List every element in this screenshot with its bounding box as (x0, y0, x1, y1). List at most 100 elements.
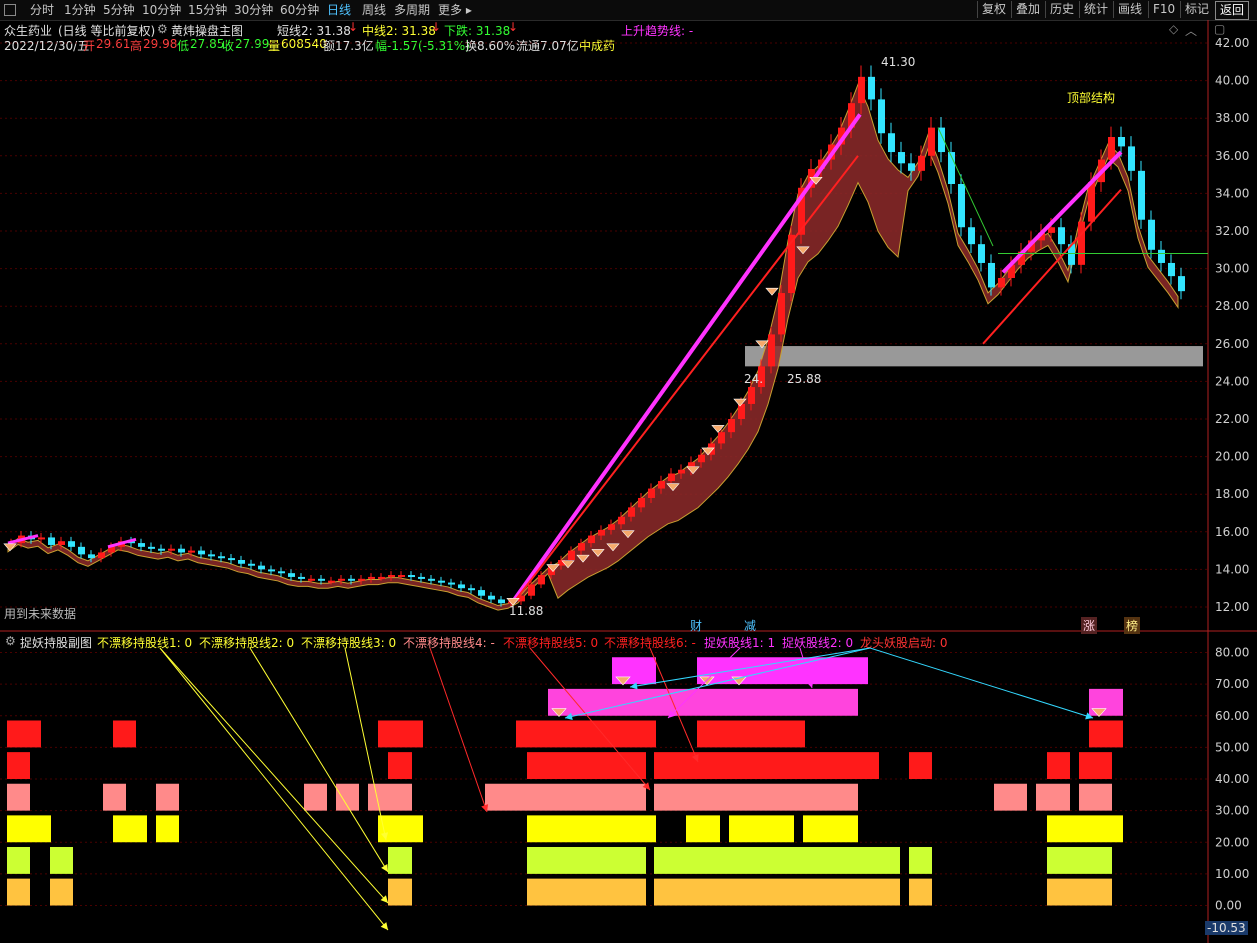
candle-body (158, 548, 165, 551)
candle-body (428, 578, 435, 581)
candle-body (38, 537, 45, 540)
candle-body (1108, 137, 1115, 160)
candle-body (618, 516, 625, 525)
hold-signal-bar (909, 752, 932, 779)
hold-signal-bar (697, 657, 868, 685)
candle-body (1138, 170, 1145, 220)
candle-body (258, 565, 265, 570)
candle-body (728, 419, 735, 433)
hold-signal-bar (388, 878, 412, 906)
hold-signal-bar (50, 846, 73, 874)
candle-body (298, 576, 305, 579)
hold-signal-bar (7, 752, 30, 779)
hold-signal-bar (909, 878, 932, 906)
hold-signal-bar (527, 878, 646, 906)
annotation-arrow (249, 647, 389, 873)
hold-signal-bar (516, 720, 656, 748)
candle-body (238, 560, 245, 564)
candle-body (858, 76, 865, 104)
y-tick-label: 36.00 (1215, 149, 1249, 163)
candle-body (668, 473, 675, 482)
candle-body (588, 535, 595, 544)
candle-body (1078, 221, 1085, 265)
candle-body (98, 552, 105, 559)
hold-signal-bar (994, 783, 1027, 811)
hold-signal-bar (527, 815, 656, 843)
candle-body (408, 575, 415, 578)
hold-signal-bar (7, 846, 30, 874)
hold-signal-bar (103, 783, 126, 811)
candle-body (648, 488, 655, 498)
y-tick-label: 50.00 (1215, 740, 1249, 754)
candle-body (58, 541, 65, 545)
chart-canvas: 42.00 40.00 38.00 36.00 34.00 32.00 30.00 28.00… (0, 20, 1257, 943)
candle-body (288, 573, 295, 577)
arrow-head (381, 864, 388, 872)
candle-body (528, 584, 535, 596)
event-marker-bang[interactable]: 榜 (1124, 617, 1141, 634)
event-marker-cai[interactable]: 财 (690, 617, 702, 634)
candle-body (658, 481, 665, 489)
candle-body (1178, 276, 1185, 292)
candle-body (148, 546, 155, 549)
candle-body (138, 543, 145, 547)
candle-body (498, 599, 505, 604)
hold-signal-bar (1047, 846, 1112, 874)
candle-body (468, 588, 475, 591)
hold-signal-bar (686, 815, 720, 843)
annotation-arrow (869, 647, 1094, 719)
candle-body (248, 563, 255, 566)
candle-body (778, 293, 785, 335)
peak-price-label: 41.30 (881, 55, 916, 69)
hold-signal-bar (388, 846, 412, 874)
hold-signal-bar (1047, 815, 1123, 843)
candle-body (178, 548, 185, 553)
hold-signal-bar (1089, 720, 1123, 748)
candle-body (268, 569, 275, 572)
y-tick-label: 18.00 (1215, 487, 1249, 501)
candle-body (318, 578, 325, 581)
top-structure-label: 顶部结构 (1067, 91, 1116, 105)
y-tick-label: 30.00 (1215, 262, 1249, 276)
event-marker-jian[interactable]: 减 (744, 617, 756, 634)
hold-signal-bar (156, 815, 179, 843)
candle-body (878, 99, 885, 134)
future-data-note: 用到未来数据 (4, 607, 77, 621)
y-tick-label: 32.00 (1215, 224, 1249, 238)
hold-signal-bar (1047, 752, 1070, 779)
hold-signal-bar (113, 720, 136, 748)
candle-body (88, 554, 95, 559)
hold-signal-bar (388, 752, 412, 779)
candle-body (678, 469, 685, 474)
hold-signal-bar (1079, 752, 1112, 779)
y-tick-label: 60.00 (1215, 709, 1249, 723)
hold-signal-bar (7, 815, 51, 843)
y-tick-label: 40.00 (1215, 74, 1249, 88)
hold-signal-bar (1036, 783, 1070, 811)
candle-body (928, 127, 935, 156)
y-tick-label: 34.00 (1215, 186, 1249, 200)
hold-signal-bar (1047, 878, 1112, 906)
event-marker-zhang[interactable]: 涨 (1081, 617, 1098, 634)
diamond-icon (765, 287, 779, 296)
sub-last-value: -10.53 (1205, 921, 1248, 935)
candle-body (378, 576, 385, 579)
candle-body (448, 582, 455, 585)
candle-body (1118, 137, 1125, 147)
candle-body (638, 497, 645, 508)
hold-signal-bar (7, 878, 30, 906)
y-tick-label: 0.00 (1215, 899, 1242, 913)
candle-body (898, 152, 905, 164)
candle-body (338, 578, 345, 581)
candle-body (598, 529, 605, 536)
support-trend-line-2 (982, 188, 1122, 345)
y-tick-label: 14.00 (1215, 562, 1249, 576)
candle-body (388, 575, 395, 578)
support-zone-band (745, 346, 1203, 367)
y-tick-label: 28.00 (1215, 299, 1249, 313)
y-tick-label: 10.00 (1215, 867, 1249, 881)
hold-signal-bar (1089, 688, 1123, 716)
candle-body (458, 584, 465, 589)
candle-body (888, 133, 895, 153)
y-tick-label: 16.00 (1215, 525, 1249, 539)
